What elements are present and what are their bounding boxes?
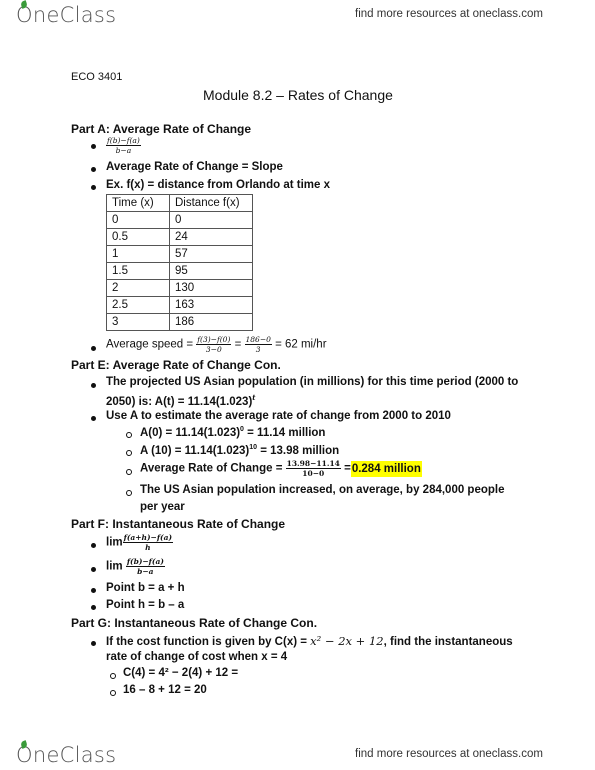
- table-header: Time (x): [106, 194, 170, 212]
- cost-function-line2: rate of change of cost when x = 4: [106, 651, 288, 663]
- footer-tagline[interactable]: find more resources at oneclass.com: [355, 748, 543, 760]
- part-f-heading: Part F: Instantaneous Rate of Change: [71, 517, 286, 531]
- population-statement-line2: 2050) is: A(t) = 11.14(1.023)t: [106, 393, 256, 408]
- bullet: [91, 543, 96, 548]
- average-speed: Average speed = f(3)−f(0) 3−0 = 186−0 3 = …: [106, 335, 327, 354]
- part-e-heading: Part E: Average Rate of Change Con.: [71, 358, 281, 372]
- population-statement-line1: The projected US Asian population (in mi…: [106, 376, 519, 388]
- sub-bullet: [126, 450, 132, 456]
- header-tagline[interactable]: find more resources at oneclass.com: [355, 8, 543, 20]
- table-row: 00: [106, 211, 253, 229]
- table-row: 2 130: [106, 279, 253, 297]
- sub-bullet: [126, 469, 132, 475]
- course-code: ECO 3401: [71, 71, 123, 83]
- conclusion-line2: per year: [140, 501, 185, 513]
- point-h: Point h = b – a: [106, 599, 185, 611]
- part-g-heading: Part G: Instantaneous Rate of Change Con…: [71, 616, 318, 630]
- table-cell: 3: [106, 313, 170, 331]
- estimate-statement: Use A to estimate the average rate of ch…: [106, 410, 451, 422]
- bullet: [91, 144, 96, 149]
- a0-calc: A(0) = 11.14(1.023)0 = 11.14 million: [140, 426, 326, 439]
- limit-formula-1: lim f(a+h)−f(a) h: [106, 533, 174, 552]
- sub-bullet: [110, 673, 116, 679]
- table-cell: 0.5: [106, 228, 170, 246]
- conclusion-line1: The US Asian population increased, on av…: [140, 484, 505, 496]
- bullet: [91, 167, 96, 172]
- table-cell: 1: [106, 245, 170, 263]
- bullet: [91, 346, 96, 351]
- bullet: [91, 185, 96, 190]
- bullet: [91, 641, 96, 646]
- a10-calc: A (10) = 11.14(1.023)10 = 13.98 million: [140, 444, 340, 457]
- sub-bullet: [110, 690, 116, 696]
- part-a-heading: Part A: Average Rate of Change: [71, 122, 252, 136]
- table-cell: 186: [169, 313, 253, 331]
- cost-function-line1: If the cost function is given by C(x) = …: [106, 634, 513, 648]
- sub-bullet: [126, 490, 132, 496]
- table-cell: 130: [169, 279, 253, 297]
- avg-rate-formula: f(b)−f(a) b−a: [106, 136, 141, 155]
- bullet: [91, 605, 96, 610]
- table-header: Distance f(x): [169, 194, 253, 212]
- table-header-row: Time (x) Distance f(x): [106, 194, 253, 212]
- slope-statement: Average Rate of Change = Slope: [106, 161, 283, 173]
- table-cell: 163: [169, 296, 253, 314]
- logo-text: OneClass: [16, 3, 117, 27]
- table-cell: 1.5: [106, 262, 170, 280]
- distance-table: Time (x) Distance f(x) 00 0.5 24 1 57 1.5 9…: [106, 194, 253, 331]
- table-cell: 95: [169, 262, 253, 280]
- logo-text: OneClass: [16, 743, 117, 767]
- point-b: Point b = a + h: [106, 582, 185, 594]
- oneclass-logo[interactable]: OneClass: [16, 0, 117, 27]
- table-cell: 24: [169, 228, 253, 246]
- example-statement: Ex. f(x) = distance from Orlando at time…: [106, 179, 330, 191]
- table-cell: 0: [169, 211, 253, 229]
- table-row: 0.5 24: [106, 228, 253, 246]
- limit-formula-2: lim f(b)−f(a) b−a: [106, 557, 165, 576]
- table-cell: 2: [106, 279, 170, 297]
- bullet: [91, 383, 96, 388]
- avg-rate-calc: Average Rate of Change = 13.98−11.14 10−0…: [140, 459, 422, 478]
- c4-result: 16 – 8 + 12 = 20: [123, 684, 207, 696]
- bullet: [91, 588, 96, 593]
- oneclass-logo-footer[interactable]: OneClass: [16, 740, 117, 767]
- bullet: [91, 567, 96, 572]
- table-row: 1.5 95: [106, 262, 253, 280]
- table-row: 1 57: [106, 245, 253, 263]
- sub-bullet: [126, 432, 132, 438]
- table-cell: 2.5: [106, 296, 170, 314]
- table-row: 3 186: [106, 313, 253, 331]
- c4-calc: C(4) = 4² − 2(4) + 12 =: [123, 667, 239, 679]
- highlighted-result: 0.284 million: [350, 460, 422, 477]
- table-row: 2.5 163: [106, 296, 253, 314]
- table-cell: 57: [169, 245, 253, 263]
- page-title: Module 8.2 – Rates of Change: [203, 87, 393, 103]
- bullet: [91, 416, 96, 421]
- table-cell: 0: [106, 211, 170, 229]
